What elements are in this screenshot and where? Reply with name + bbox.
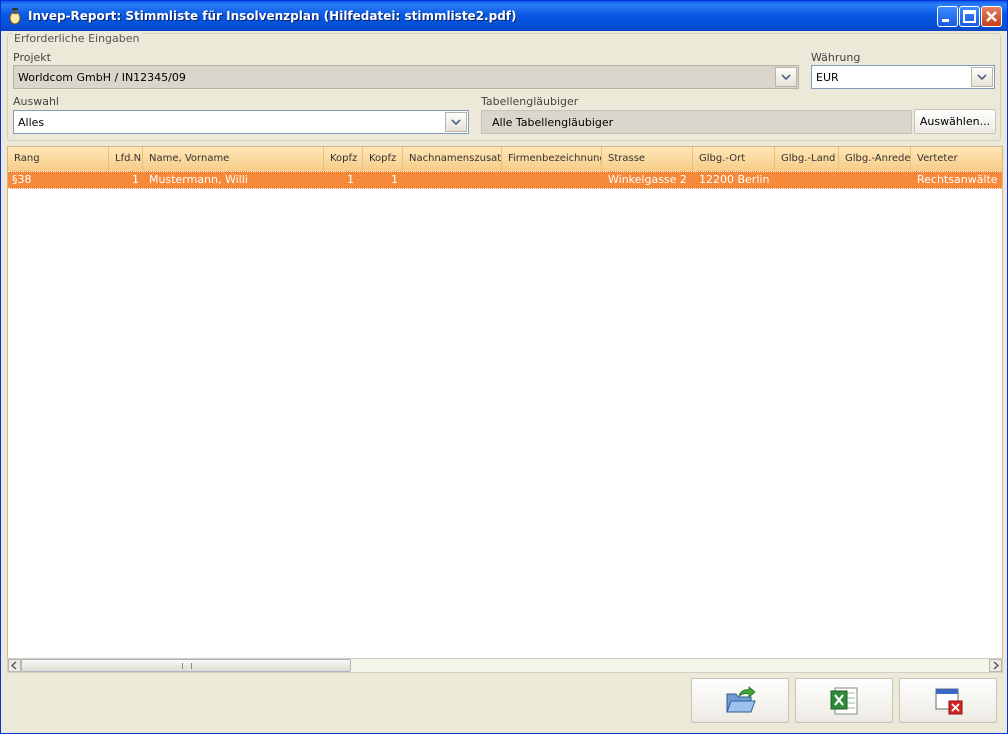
chevron-down-icon	[977, 74, 987, 81]
waehrung-value: EUR	[816, 71, 839, 84]
waehrung-dropdown-button[interactable]	[971, 67, 993, 87]
cell-firma	[502, 172, 602, 188]
export-button[interactable]	[691, 678, 789, 723]
tabellen-label: Tabellengläubiger	[481, 95, 579, 108]
minimize-icon	[942, 19, 949, 22]
tabellen-field: Alle Tabellengläubiger	[481, 110, 912, 134]
auswahl-combo[interactable]: Alles	[13, 110, 469, 134]
col-header-kopfz2[interactable]: Kopfz	[363, 147, 403, 171]
maximize-button[interactable]	[959, 6, 980, 27]
col-header-strasse[interactable]: Strasse	[602, 147, 693, 171]
app-window: Invep-Report: Stimmliste für Insolvenzpl…	[0, 0, 1008, 734]
cell-zusatz	[403, 172, 502, 188]
cell-lfd: 1	[132, 173, 139, 186]
projekt-value: Worldcom GmbH / IN12345/09	[18, 71, 186, 84]
col-header-firma[interactable]: Firmenbezeichnung	[502, 147, 602, 171]
cell-name: Mustermann, Willi	[149, 173, 248, 186]
projekt-dropdown-button[interactable]	[775, 67, 797, 87]
window-close-icon	[935, 688, 963, 715]
cell-anrede	[839, 172, 911, 188]
auswaehlen-button[interactable]: Auswählen...	[914, 109, 996, 134]
cell-land	[775, 172, 839, 188]
cell-vertreter: Rechtsanwälte	[917, 173, 998, 186]
arrow-right-icon	[993, 661, 1000, 670]
table-row[interactable]: §38 1 Mustermann, Willi 1 1 Winkelgasse …	[8, 171, 1002, 189]
waehrung-label: Währung	[811, 51, 861, 64]
col-header-kopfz1[interactable]: Kopfz	[324, 147, 363, 171]
window-title: Invep-Report: Stimmliste für Insolvenzpl…	[28, 9, 517, 23]
col-header-lfd[interactable]: Lfd.N	[109, 147, 143, 171]
col-header-zusatz[interactable]: Nachnamenszusatz	[403, 147, 502, 171]
folder-export-icon	[726, 686, 756, 713]
scroll-left-button[interactable]	[8, 659, 21, 672]
horizontal-scrollbar[interactable]	[7, 658, 1003, 673]
creditor-table[interactable]: Rang Lfd.N Name, Vorname Kopfz Kopfz Nac…	[7, 146, 1003, 673]
cell-ort: 12200 Berlin	[699, 173, 770, 186]
close-window-button[interactable]	[981, 6, 1002, 27]
cell-kopfz1: 1	[347, 173, 354, 186]
auswahl-value: Alles	[18, 116, 45, 129]
auswahl-label: Auswahl	[13, 95, 59, 108]
cell-strasse: Winkelgasse 2	[608, 173, 687, 186]
excel-icon	[830, 687, 858, 715]
chevron-down-icon	[451, 119, 461, 126]
waehrung-combo[interactable]: EUR	[811, 65, 995, 89]
auswahl-dropdown-button[interactable]	[445, 112, 467, 132]
title-bar[interactable]: Invep-Report: Stimmliste für Insolvenzpl…	[1, 1, 1007, 31]
maximize-icon	[963, 10, 976, 23]
group-legend: Erforderliche Eingaben	[12, 32, 142, 45]
close-dialog-button[interactable]	[899, 678, 997, 723]
client-area: Erforderliche Eingaben Projekt Worldcom …	[5, 31, 1003, 731]
scroll-right-button[interactable]	[989, 659, 1002, 672]
close-icon	[986, 11, 997, 22]
col-header-name[interactable]: Name, Vorname	[143, 147, 324, 171]
col-header-ort[interactable]: Glbg.-Ort	[693, 147, 775, 171]
col-header-anrede[interactable]: Glbg.-Anrede	[839, 147, 911, 171]
excel-export-button[interactable]	[795, 678, 893, 723]
col-header-vertreter[interactable]: Verteter	[911, 147, 1002, 171]
col-header-rang[interactable]: Rang	[8, 147, 109, 171]
projekt-combo[interactable]: Worldcom GmbH / IN12345/09	[13, 65, 799, 89]
minimize-button[interactable]	[937, 6, 958, 27]
projekt-label: Projekt	[13, 51, 51, 64]
table-header: Rang Lfd.N Name, Vorname Kopfz Kopfz Nac…	[8, 147, 1002, 172]
grip-icon	[182, 663, 192, 669]
chevron-down-icon	[781, 74, 791, 81]
arrow-left-icon	[10, 661, 17, 670]
tabellen-value: Alle Tabellengläubiger	[492, 116, 614, 129]
app-icon	[9, 8, 21, 25]
col-header-land[interactable]: Glbg.-Land	[775, 147, 839, 171]
cell-rang: §38	[12, 173, 32, 186]
scroll-thumb[interactable]	[21, 659, 351, 672]
